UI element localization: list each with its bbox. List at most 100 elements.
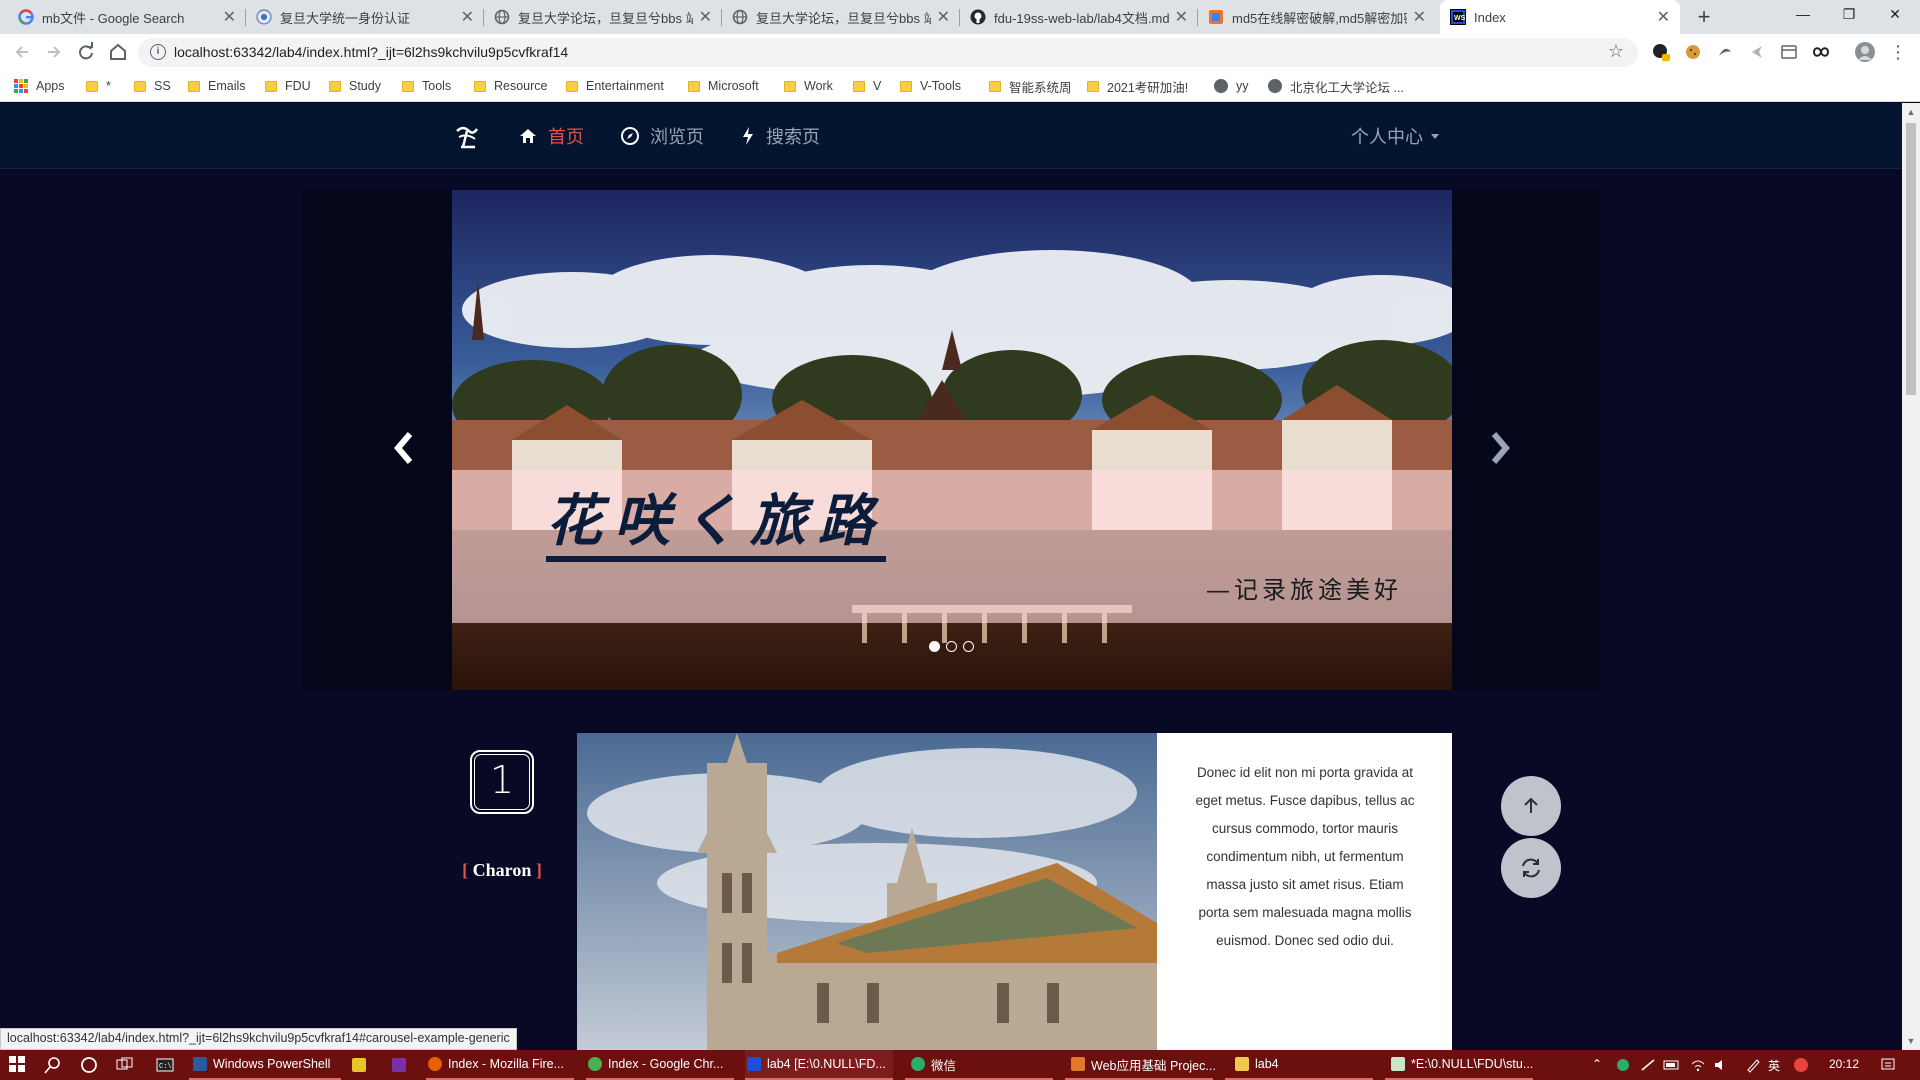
taskbar-app[interactable]: Index - Mozilla Fire... [426,1050,574,1080]
home-button[interactable] [104,38,132,66]
scrollbar-thumb[interactable] [1906,123,1916,395]
infinity-icon[interactable] [1811,42,1831,62]
cortana-icon[interactable] [80,1056,98,1074]
browser-tab[interactable]: 复旦大学论坛，旦复旦兮bbs 站 ✕ [484,0,722,34]
browser-tab[interactable]: 复旦大学论坛，旦复旦兮bbs 站 ✕ [722,0,960,34]
bookmark-folder[interactable]: FDU [265,77,311,95]
featured-description: Donec id elit non mi porta gravida at eg… [1195,765,1415,948]
close-tab-icon[interactable]: ✕ [699,7,712,27]
cookie-icon[interactable] [1683,42,1703,62]
bookmark-folder[interactable]: * [86,77,111,95]
close-tab-icon[interactable]: ✕ [461,7,474,27]
site-logo[interactable] [453,123,481,151]
network-tray-icon[interactable] [1640,1057,1656,1073]
taskbar-app[interactable]: 微信 [905,1050,1053,1080]
bookmark-folder[interactable]: Resource [474,77,548,95]
bookmark-apps[interactable]: Apps [14,77,65,95]
close-tab-icon[interactable]: ✕ [1657,7,1670,27]
carousel-indicator[interactable] [946,641,957,652]
nav-home[interactable]: 首页 [518,123,584,149]
bookmark-folder[interactable]: 2021考研加油! [1087,77,1188,95]
page-scrollbar[interactable]: ▲ ▼ [1902,103,1920,1050]
taskbar-app[interactable]: lab4 [1225,1050,1373,1080]
forward-button[interactable] [40,38,68,66]
bookmark-folder[interactable]: Tools [402,77,451,95]
site-info-icon[interactable]: i [150,44,166,60]
extension-icon[interactable] [1651,42,1671,62]
bookmark-label: yy [1236,79,1249,93]
featured-photo[interactable] [577,733,1157,1050]
bookmark-folder[interactable]: V [853,77,881,95]
bookmark-folder[interactable]: Emails [188,77,246,95]
scroll-up-icon[interactable]: ▲ [1902,103,1920,121]
browser-tab[interactable]: fdu-19ss-web-lab/lab4文档.md ✕ [960,0,1198,34]
back-button[interactable] [8,38,36,66]
chrome-icon [588,1057,602,1071]
browser-tab[interactable]: md5在线解密破解,md5解密加密 ✕ [1198,0,1436,34]
bookmark-link[interactable]: yy [1214,77,1249,95]
back-to-top-button[interactable] [1501,776,1561,836]
browser-tab[interactable]: mb文件 - Google Search ✕ [8,0,246,34]
taskbar-app[interactable]: Windows PowerShell [189,1050,341,1080]
reload-button[interactable] [72,38,100,66]
bookmark-link[interactable]: 北京化工大学论坛 ... [1268,77,1404,95]
taskbar-app-label: lab4 [1255,1057,1279,1071]
close-tab-icon[interactable]: ✕ [1413,7,1426,27]
nav-search[interactable]: 搜索页 [740,123,820,149]
taskbar-app[interactable] [352,1050,376,1080]
extension-icon[interactable] [1715,42,1735,62]
bookmark-folder[interactable]: 智能系统周 [989,77,1072,95]
nav-browse[interactable]: 浏览页 [620,123,704,149]
close-tab-icon[interactable]: ✕ [937,7,950,27]
ime-indicator[interactable]: 英 [1768,1057,1780,1074]
taskbar-app[interactable]: Web应用基础 Projec... [1065,1050,1216,1080]
user-center-dropdown[interactable]: 个人中心 [1351,123,1441,149]
extension-icon[interactable] [1779,42,1799,62]
bookmark-folder[interactable]: V-Tools [900,77,961,95]
menu-kebab-icon[interactable]: ⋮ [1888,42,1908,62]
taskbar-app[interactable]: Index - Google Chr... [586,1050,734,1080]
profile-avatar[interactable] [1855,42,1875,62]
restore-button[interactable]: ❐ [1826,0,1872,30]
taskbar-app[interactable]: *E:\0.NULL\FDU\stu... [1385,1050,1533,1080]
task-view-icon[interactable] [116,1056,134,1074]
refresh-button[interactable] [1501,838,1561,898]
bookmark-star-icon[interactable]: ☆ [1608,41,1624,62]
notification-icon[interactable] [1880,1057,1896,1073]
search-icon[interactable] [44,1056,62,1074]
windows-start-icon[interactable] [9,1056,27,1074]
bookmark-folder[interactable]: Microsoft [688,77,759,95]
bookmark-folder[interactable]: Work [784,77,833,95]
browser-toolbar: i localhost:63342/lab4/index.html?_ijt=6… [0,34,1920,70]
browser-tab[interactable]: 复旦大学统一身份认证 ✕ [246,0,484,34]
minimize-button[interactable]: — [1780,0,1826,30]
taskbar-app-active[interactable]: lab4 [E:\0.NULL\FD... [745,1050,893,1080]
wechat-tray-icon[interactable] [1616,1057,1632,1073]
terminal-icon[interactable]: C:\ [156,1056,174,1074]
scroll-down-icon[interactable]: ▼ [1902,1032,1920,1050]
new-tab-button[interactable]: + [1690,4,1718,30]
browser-tab-active[interactable]: WS Index ✕ [1440,0,1680,34]
carousel-indicator-active[interactable] [929,641,940,652]
close-window-button[interactable]: ✕ [1872,0,1918,30]
carousel-prev-button[interactable] [388,428,418,468]
taskbar-app[interactable] [392,1050,416,1080]
carousel-indicator[interactable] [963,641,974,652]
wifi-icon[interactable] [1690,1057,1706,1073]
extension-icon[interactable] [1747,42,1767,62]
sogou-icon[interactable] [1793,1057,1809,1073]
address-bar[interactable]: i localhost:63342/lab4/index.html?_ijt=6… [138,38,1638,67]
clock[interactable]: 20:12 [1829,1057,1859,1071]
battery-icon[interactable] [1663,1057,1681,1073]
bookmark-folder[interactable]: Entertainment [566,77,664,95]
folder-icon [402,80,414,92]
tray-chevron-icon[interactable]: ⌃ [1592,1057,1602,1071]
carousel-next-button[interactable] [1486,428,1516,468]
volume-icon[interactable] [1713,1057,1729,1073]
bookmark-folder[interactable]: SS [134,77,171,95]
pen-icon[interactable] [1745,1057,1761,1073]
bookmark-folder[interactable]: Study [329,77,381,95]
close-tab-icon[interactable]: ✕ [223,7,236,27]
close-tab-icon[interactable]: ✕ [1175,7,1188,27]
author-name[interactable]: [ Charon ] [452,860,552,881]
